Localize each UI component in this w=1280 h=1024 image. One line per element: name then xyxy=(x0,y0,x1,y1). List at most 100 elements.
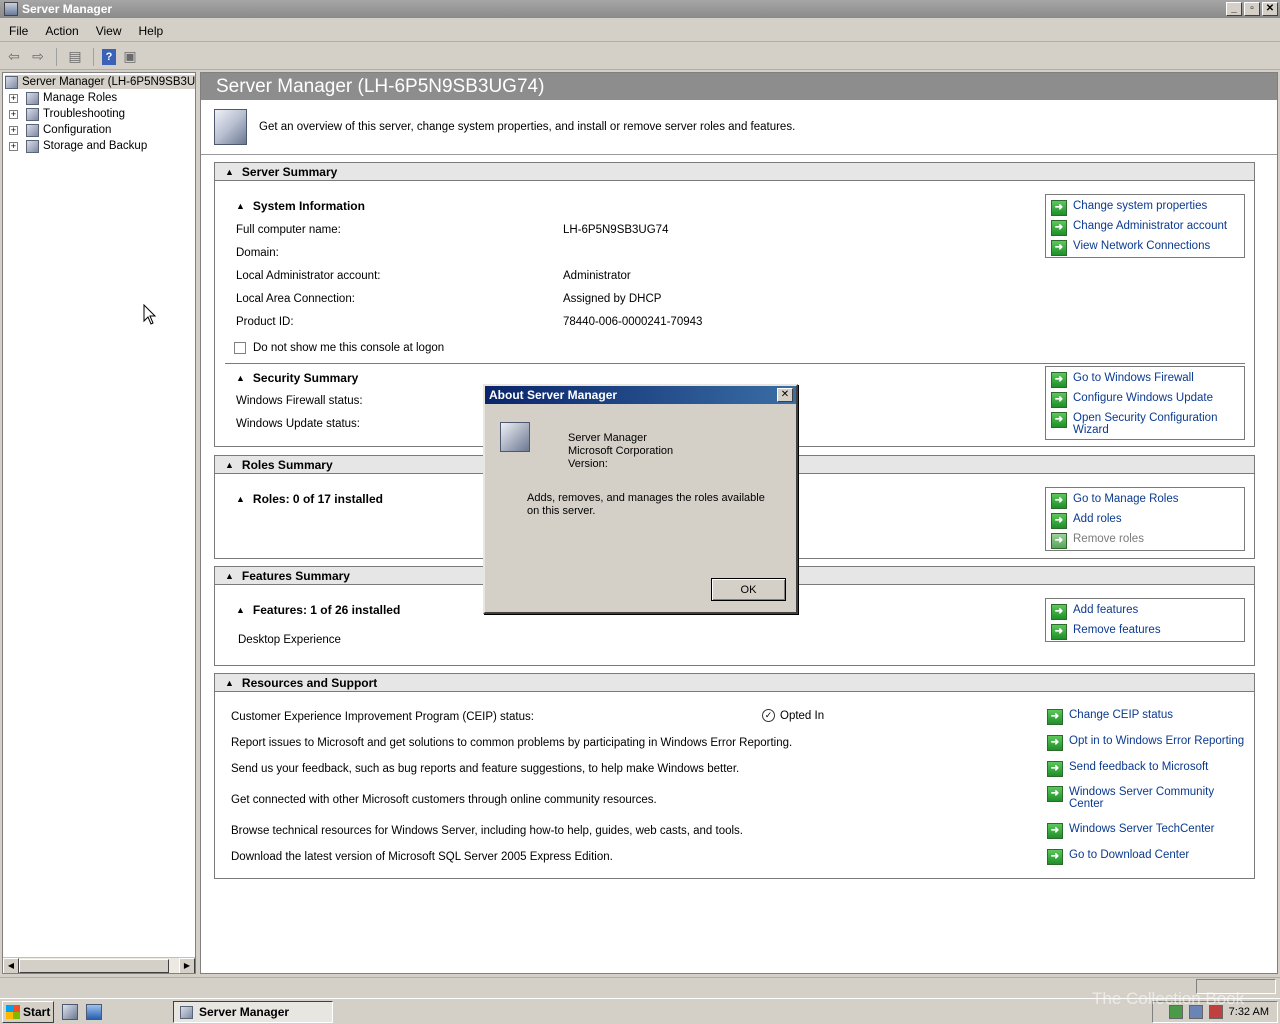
task-label: Windows Server Community Center xyxy=(1069,786,1215,810)
logon-checkbox-row[interactable]: Do not show me this console at logon xyxy=(234,342,444,354)
menu-view[interactable]: View xyxy=(87,24,130,38)
task-view-network-connections[interactable]: ➜ View Network Connections xyxy=(1051,240,1210,256)
subsection-title: Features: 1 of 26 installed xyxy=(252,603,401,617)
installed-feature: Desktop Experience xyxy=(238,634,341,646)
security-summary-header[interactable]: ▲ Security Summary xyxy=(236,371,358,385)
collapse-icon[interactable]: ▲ xyxy=(236,201,245,211)
expand-icon[interactable]: + xyxy=(9,93,18,103)
ceip-status-text: Opted In xyxy=(780,709,825,722)
collapse-icon[interactable]: ▲ xyxy=(236,494,245,504)
arrow-right-icon: ➜ xyxy=(1047,849,1063,865)
field-label: Domain: xyxy=(236,247,279,259)
dialog-description: Adds, removes, and manages the roles ava… xyxy=(527,492,765,517)
task-techcenter[interactable]: ➜ Windows Server TechCenter xyxy=(1047,823,1215,839)
roles-installed-header[interactable]: ▲ Roles: 0 of 17 installed xyxy=(236,492,383,506)
status-bar xyxy=(0,977,1280,995)
task-go-to-firewall[interactable]: ➜ Go to Windows Firewall xyxy=(1051,372,1194,388)
task-download-center[interactable]: ➜ Go to Download Center xyxy=(1047,849,1189,865)
resources-support-header[interactable]: ▲ Resources and Support xyxy=(215,674,1254,692)
server-summary-header[interactable]: ▲ Server Summary xyxy=(215,163,1254,181)
collapse-icon[interactable]: ▲ xyxy=(236,605,245,615)
task-security-config-wizard[interactable]: ➜ Open Security Configuration Wizard xyxy=(1051,412,1226,436)
collapse-icon[interactable]: ▲ xyxy=(225,167,234,177)
arrow-right-icon: ➜ xyxy=(1047,786,1063,802)
task-opt-in-error-reporting[interactable]: ➜ Opt in to Windows Error Reporting xyxy=(1047,735,1244,751)
field-label: Windows Firewall status: xyxy=(236,395,363,407)
dialog-title: About Server Manager xyxy=(489,388,618,402)
scroll-thumb[interactable] xyxy=(19,958,169,973)
resource-text: Report issues to Microsoft and get solut… xyxy=(231,737,793,749)
field-label: Local Area Connection: xyxy=(236,293,355,305)
resources-support-section: ▲ Resources and Support Customer Experie… xyxy=(214,673,1255,879)
task-configure-windows-update[interactable]: ➜ Configure Windows Update xyxy=(1051,392,1213,408)
overview-banner: Get an overview of this server, change s… xyxy=(201,100,1277,155)
quick-launch-server-manager-icon[interactable] xyxy=(62,1003,78,1020)
scroll-left-icon[interactable]: ◀ xyxy=(3,957,19,973)
console-view-icon[interactable]: ▣ xyxy=(120,47,140,67)
tree-item-label: Troubleshooting xyxy=(43,108,126,120)
back-arrow-icon[interactable]: ⇦ xyxy=(4,47,24,67)
tree-item-manage-roles[interactable]: + Manage Roles xyxy=(9,91,117,105)
task-change-admin-account[interactable]: ➜ Change Administrator account xyxy=(1051,220,1227,236)
window-title-bar[interactable]: Server Manager _ ▫ ✕ xyxy=(0,0,1280,18)
minimize-button[interactable]: _ xyxy=(1226,2,1242,16)
task-community-center[interactable]: ➜ Windows Server Community Center xyxy=(1047,786,1227,810)
arrow-right-icon: ➜ xyxy=(1051,220,1067,236)
arrow-right-icon: ➜ xyxy=(1047,761,1063,777)
dialog-version: Version: xyxy=(568,458,608,470)
task-remove-features[interactable]: ➜ Remove features xyxy=(1051,624,1161,640)
task-label: Go to Manage Roles xyxy=(1073,493,1179,505)
task-change-ceip[interactable]: ➜ Change CEIP status xyxy=(1047,709,1173,725)
system-information-header[interactable]: ▲ System Information xyxy=(236,199,365,213)
help-icon[interactable]: ? xyxy=(102,48,116,65)
arrow-right-icon: ➜ xyxy=(1051,240,1067,256)
server-manager-large-icon xyxy=(214,109,247,145)
show-hide-tree-icon[interactable]: ▤ xyxy=(65,47,85,67)
menu-help[interactable]: Help xyxy=(130,24,172,38)
toolbar-separator xyxy=(56,47,57,66)
task-label: View Network Connections xyxy=(1073,240,1211,252)
ok-button[interactable]: OK xyxy=(711,578,786,601)
field-value: 78440-006-0000241-70943 xyxy=(563,316,703,328)
subsection-title: System Information xyxy=(252,199,365,213)
window-title: Server Manager xyxy=(22,2,113,16)
horizontal-scrollbar[interactable]: ◀ ▶ xyxy=(3,957,195,973)
tree-item-storage-backup[interactable]: + Storage and Backup xyxy=(9,139,147,153)
close-button[interactable]: ✕ xyxy=(1262,2,1278,16)
expand-icon[interactable]: + xyxy=(9,125,18,135)
tree-item-configuration[interactable]: + Configuration xyxy=(9,123,111,137)
security-tasks-box: ➜ Go to Windows Firewall ➜ Configure Windo… xyxy=(1045,366,1245,440)
task-add-features[interactable]: ➜ Add features xyxy=(1051,604,1138,620)
task-go-to-manage-roles[interactable]: ➜ Go to Manage Roles xyxy=(1051,493,1178,509)
collapse-icon[interactable]: ▲ xyxy=(225,678,234,688)
tree-item-troubleshooting[interactable]: + Troubleshooting xyxy=(9,107,125,121)
menu-file[interactable]: File xyxy=(0,24,36,38)
menu-action[interactable]: Action xyxy=(36,24,86,38)
collapse-icon[interactable]: ▲ xyxy=(225,460,234,470)
resource-text: Get connected with other Microsoft custo… xyxy=(231,794,657,806)
dialog-close-button[interactable]: ✕ xyxy=(777,388,793,402)
expand-icon[interactable]: + xyxy=(9,109,18,119)
forward-arrow-icon[interactable]: ⇨ xyxy=(28,47,48,67)
task-label: Windows Server TechCenter xyxy=(1069,823,1215,835)
dialog-title-bar[interactable]: About Server Manager xyxy=(485,386,796,404)
task-change-system-properties[interactable]: ➜ Change system properties xyxy=(1051,200,1207,216)
logon-checkbox[interactable] xyxy=(234,342,246,354)
features-installed-header[interactable]: ▲ Features: 1 of 26 installed xyxy=(236,603,400,617)
arrow-right-icon: ➜ xyxy=(1051,372,1067,388)
task-send-feedback[interactable]: ➜ Send feedback to Microsoft xyxy=(1047,761,1208,777)
tree-root-server-manager[interactable]: Server Manager (LH-6P5N9SB3UG7 xyxy=(5,75,195,89)
quick-launch-desktop-icon[interactable] xyxy=(86,1003,102,1020)
collapse-icon[interactable]: ▲ xyxy=(225,571,234,581)
about-dialog: About Server Manager ✕ Server Manager Mi… xyxy=(483,384,798,614)
taskbar-server-manager-button[interactable]: Server Manager xyxy=(173,1001,333,1023)
menu-bar: File Action View Help xyxy=(0,20,1280,42)
arrow-right-icon: ➜ xyxy=(1051,392,1067,408)
maximize-button[interactable]: ▫ xyxy=(1244,2,1260,16)
scroll-right-icon[interactable]: ▶ xyxy=(179,957,195,973)
task-add-roles[interactable]: ➜ Add roles xyxy=(1051,513,1122,529)
collapse-icon[interactable]: ▲ xyxy=(236,373,245,383)
start-button[interactable]: Start xyxy=(2,1000,54,1023)
expand-icon[interactable]: + xyxy=(9,141,18,151)
features-tasks-box: ➜ Add features ➜ Remove features xyxy=(1045,598,1245,642)
